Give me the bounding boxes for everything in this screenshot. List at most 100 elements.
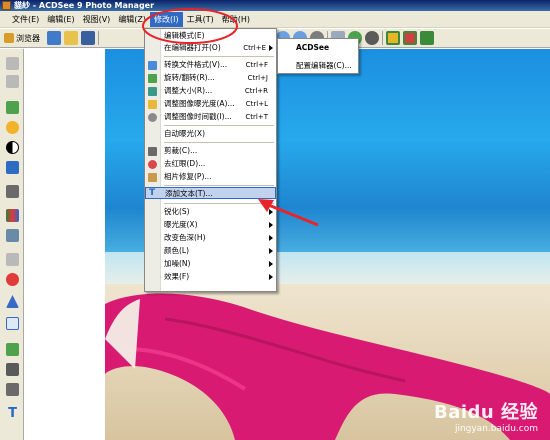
window-title: 貓紗 - ACDSee 9 Photo Manager xyxy=(14,1,155,10)
submenu-arrow-icon xyxy=(269,222,273,228)
menu-separator xyxy=(164,203,274,204)
convert-icon xyxy=(148,61,157,70)
menu-separator xyxy=(164,142,274,143)
submenu-arrow-icon xyxy=(269,248,273,254)
menu-item-label: 剪裁(C)... xyxy=(164,146,198,155)
image-tool-icon[interactable] xyxy=(6,101,19,114)
left-toolbar: T xyxy=(0,49,24,440)
redeye-icon xyxy=(148,160,157,169)
menu-item-exposure-sub[interactable]: 曝光度(X) xyxy=(145,219,276,231)
browser-label: 浏览器 xyxy=(16,33,40,43)
menu-item-shortcut: Ctrl+J xyxy=(247,74,268,82)
menu-item-shortcut: Ctrl+R xyxy=(244,87,268,95)
menu-item-label: 旋转/翻转(R)... xyxy=(164,73,215,82)
submenu-item-acdsee[interactable]: ACDSee xyxy=(278,42,358,54)
menu-item-label: 加噪(N) xyxy=(164,259,191,268)
submenu-arrow-icon xyxy=(269,209,273,215)
menu-item-rotate-flip[interactable]: 旋转/翻转(R)... Ctrl+J xyxy=(145,72,276,84)
menu-help[interactable]: 帮助(H) xyxy=(218,12,254,27)
menu-view[interactable]: 视图(V) xyxy=(79,12,115,27)
folder-icon[interactable] xyxy=(64,31,78,45)
menu-item-shortcut: Ctrl+F xyxy=(245,61,268,69)
menu-item-shortcut: Ctrl+E xyxy=(243,44,266,52)
menu-edit[interactable]: 编辑(E) xyxy=(43,12,78,27)
menu-item-open-in-editor[interactable]: 在编辑器打开(O) Ctrl+E xyxy=(145,42,276,54)
crop-tool-icon[interactable] xyxy=(6,363,19,376)
favorite-icon[interactable] xyxy=(47,31,61,45)
menu-item-exposure[interactable]: 调整图像曝光度(A)... Ctrl+L xyxy=(145,98,276,110)
menu-item-shortcut: Ctrl+T xyxy=(245,113,268,121)
title-bar: 貓紗 - ACDSee 9 Photo Manager xyxy=(0,0,550,11)
menu-item-red-eye[interactable]: 去红眼(D)... xyxy=(145,158,276,170)
divider-icon xyxy=(6,253,19,266)
menu-item-resize[interactable]: 调整大小(R)... Ctrl+R xyxy=(145,85,276,97)
watermark-logo: Baidu 经验 xyxy=(433,402,538,423)
modify-menu: 编辑模式(E) 在编辑器打开(O) Ctrl+E 转换文件格式(V)... Ct… xyxy=(144,28,277,292)
select-icon[interactable] xyxy=(6,317,19,330)
menu-item-color[interactable]: 颜色(L) xyxy=(145,245,276,257)
browser-button[interactable]: 浏览器 xyxy=(4,31,44,45)
menu-separator xyxy=(164,125,274,126)
redeye-tool-icon[interactable] xyxy=(6,273,19,286)
levels-icon[interactable] xyxy=(6,185,19,198)
menu-item-crop[interactable]: 剪裁(C)... xyxy=(145,145,276,157)
submenu-arrow-icon xyxy=(269,235,273,241)
menu-item-label: 自动曝光(X) xyxy=(164,129,205,138)
menu-edit-2[interactable]: 编辑(Z) xyxy=(114,12,150,27)
menu-item-label: 相片修复(P)... xyxy=(164,172,212,181)
repair-icon xyxy=(148,173,157,182)
image-icon[interactable] xyxy=(386,31,400,45)
menu-item-label: 调整图像时间戳(I)... xyxy=(164,112,232,121)
timestamp-icon xyxy=(148,113,157,122)
menu-item-label: 去红眼(D)... xyxy=(164,159,206,168)
menu-item-label: 在编辑器打开(O) xyxy=(164,43,221,52)
menu-item-label: 调整大小(R)... xyxy=(164,86,213,95)
menu-item-label: 编辑模式(E) xyxy=(164,31,205,40)
menu-file[interactable]: 文件(E) xyxy=(8,12,43,27)
undo-icon[interactable] xyxy=(6,57,19,70)
menu-separator xyxy=(164,56,274,57)
menu-item-sharpen[interactable]: 锐化(S) xyxy=(145,206,276,218)
rotate-tool-icon[interactable] xyxy=(6,383,19,396)
text-tool-icon[interactable]: T xyxy=(6,407,19,420)
sharpen-icon[interactable] xyxy=(6,295,19,308)
menu-modify[interactable]: 修改(I) xyxy=(150,11,183,27)
editor-submenu: ACDSee 配置编辑器(C)... xyxy=(277,38,359,74)
image-canvas: Baidu 经验 jingyan.baidu.com xyxy=(25,49,550,440)
menu-item-label: 调整图像曝光度(A)... xyxy=(164,99,235,108)
save-icon[interactable] xyxy=(81,31,95,45)
menu-item-effects[interactable]: 效果(F) xyxy=(145,271,276,283)
menu-item-label: 添加文本(T)... xyxy=(165,189,213,198)
menu-item-timestamp[interactable]: 调整图像时间戳(I)... Ctrl+T xyxy=(145,111,276,123)
menu-item-photo-repair[interactable]: 相片修复(P)... xyxy=(145,171,276,183)
photo-icon[interactable] xyxy=(403,31,417,45)
settings-icon[interactable] xyxy=(365,31,379,45)
menu-item-label: 转换文件格式(V)... xyxy=(164,60,228,69)
menu-item-color-depth[interactable]: 改变色深(H) xyxy=(145,232,276,244)
menu-tools[interactable]: 工具(T) xyxy=(183,12,218,27)
menu-item-add-noise[interactable]: 加噪(N) xyxy=(145,258,276,270)
text-icon: T xyxy=(149,188,156,198)
menu-item-auto-exposure[interactable]: 自动曝光(X) xyxy=(145,128,276,140)
contrast-icon[interactable] xyxy=(6,141,19,154)
menu-item-add-text[interactable]: T 添加文本(T)... xyxy=(145,187,276,199)
watermark-url: jingyan.baidu.com xyxy=(454,424,538,434)
resize-icon xyxy=(148,87,157,96)
histogram-icon[interactable] xyxy=(6,209,19,222)
brightness-icon[interactable] xyxy=(6,121,19,134)
color-icon[interactable] xyxy=(6,161,19,174)
browser-icon xyxy=(4,33,14,43)
submenu-item-configure-editors[interactable]: 配置编辑器(C)... xyxy=(278,60,358,72)
rotate-icon xyxy=(148,74,157,83)
crop-icon xyxy=(148,147,157,156)
menu-item-edit-mode[interactable]: 编辑模式(E) xyxy=(145,30,276,42)
layers-icon[interactable] xyxy=(6,229,19,242)
menu-item-convert-format[interactable]: 转换文件格式(V)... Ctrl+F xyxy=(145,59,276,71)
adjust-icon[interactable] xyxy=(6,343,19,356)
submenu-arrow-icon xyxy=(269,45,273,51)
menu-item-shortcut: Ctrl+L xyxy=(245,100,268,108)
edit-icon[interactable] xyxy=(420,31,434,45)
redo-icon[interactable] xyxy=(6,75,19,88)
toolbar-separator xyxy=(98,31,99,45)
submenu-arrow-icon xyxy=(269,261,273,267)
